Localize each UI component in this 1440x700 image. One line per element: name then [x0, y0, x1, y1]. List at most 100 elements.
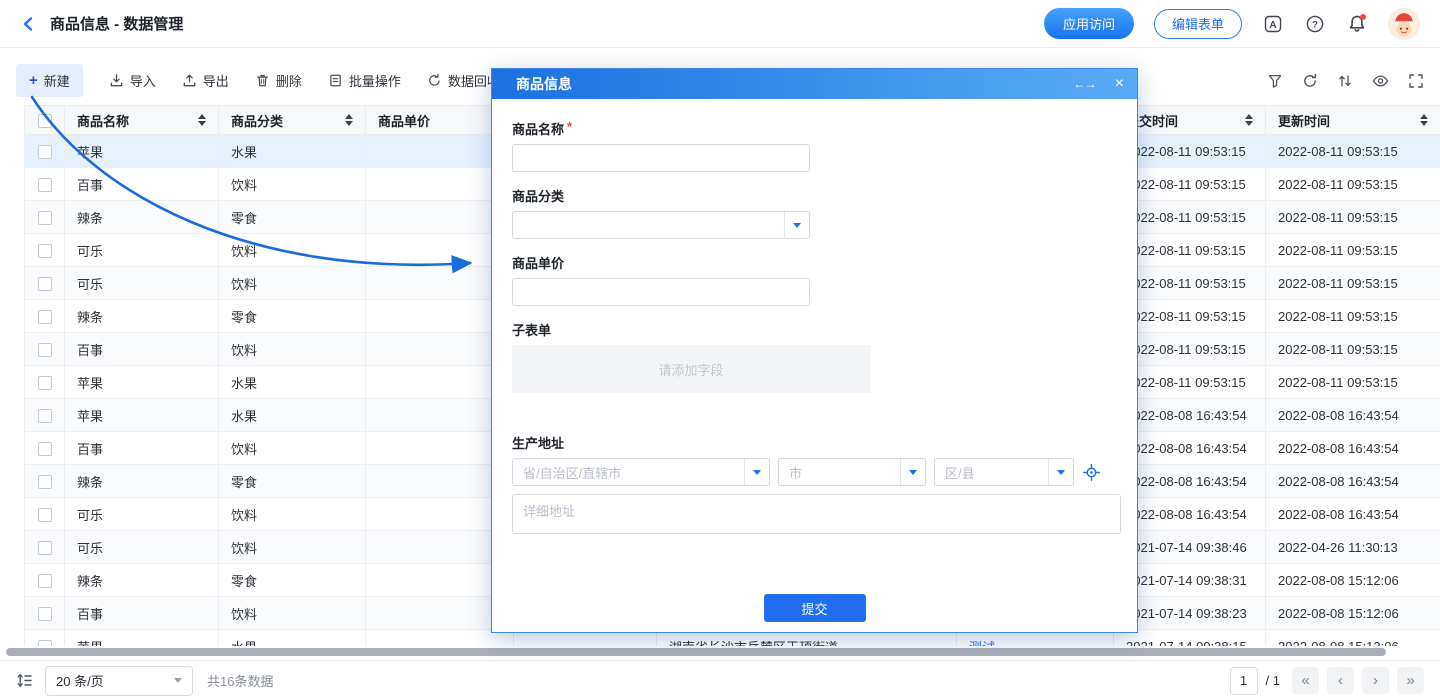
province-select[interactable]: 省/自治区/直辖市: [512, 458, 770, 486]
cell-category: 饮料: [219, 597, 366, 630]
batch-operations-button[interactable]: 批量操作: [328, 71, 401, 90]
cell-name: 百事: [65, 333, 219, 366]
export-icon: [182, 73, 197, 88]
row-checkbox[interactable]: [38, 541, 52, 555]
row-checkbox[interactable]: [38, 145, 52, 159]
chevron-down-icon: [909, 470, 917, 475]
display-settings-icon[interactable]: [16, 672, 33, 689]
cell-category: 零食: [219, 300, 366, 333]
submit-button[interactable]: 提交: [764, 594, 866, 622]
prev-page-button[interactable]: ‹: [1327, 667, 1354, 694]
column-header-1[interactable]: 商品分类: [219, 106, 366, 135]
product-price-label: 商品单价: [512, 253, 564, 272]
first-page-button[interactable]: «: [1292, 667, 1319, 694]
subform-placeholder-box[interactable]: 请添加字段: [512, 345, 870, 393]
row-checkbox[interactable]: [38, 409, 52, 423]
column-header-7[interactable]: 更新时间: [1266, 106, 1440, 135]
cell-updated: 2022-08-11 09:53:15: [1266, 135, 1440, 168]
row-checkbox[interactable]: [38, 178, 52, 192]
current-page-input[interactable]: 1: [1230, 667, 1258, 695]
sort-icon[interactable]: [198, 114, 206, 126]
row-checkbox[interactable]: [38, 211, 52, 225]
cell-updated: 2022-08-11 09:53:15: [1266, 201, 1440, 234]
select-all-header[interactable]: [25, 106, 65, 135]
sort-order-icon[interactable]: [1337, 73, 1353, 89]
cell-name: 可乐: [65, 498, 219, 531]
next-page-button[interactable]: ›: [1362, 667, 1389, 694]
page-total-label: / 1: [1266, 673, 1280, 688]
cell-updated: 2022-08-08 16:43:54: [1266, 465, 1440, 498]
attachment-link[interactable]: 测试: [969, 640, 995, 647]
select-all-checkbox[interactable]: [38, 114, 52, 128]
cell-name: 苹果: [65, 135, 219, 168]
product-info-modal: 商品信息 ← → × 商品名称 * 商品分类 商品单价: [491, 68, 1138, 633]
field-production-address: 生产地址 省/自治区/直辖市 市 区/县: [512, 433, 1121, 539]
product-name-input[interactable]: [512, 144, 810, 172]
modal-title: 商品信息: [516, 74, 572, 94]
modal-header[interactable]: 商品信息 ← → ×: [492, 69, 1137, 99]
back-button[interactable]: [20, 15, 38, 33]
import-icon: [109, 73, 124, 88]
user-avatar[interactable]: [1388, 8, 1420, 40]
help-icon[interactable]: ?: [1304, 13, 1326, 35]
sort-icon[interactable]: [1420, 114, 1428, 126]
cell-category: 饮料: [219, 267, 366, 300]
notification-bell-icon[interactable]: [1346, 13, 1368, 35]
cell-category: 饮料: [219, 432, 366, 465]
delete-button[interactable]: 删除: [255, 71, 302, 90]
product-category-select[interactable]: [512, 211, 810, 239]
app-access-button[interactable]: 应用访问: [1044, 8, 1134, 39]
row-checkbox[interactable]: [38, 442, 52, 456]
total-count-label: 共16条数据: [207, 671, 273, 690]
close-icon[interactable]: ×: [1115, 76, 1124, 92]
visibility-eye-icon[interactable]: [1372, 73, 1389, 89]
last-page-button[interactable]: »: [1397, 667, 1424, 694]
filter-icon[interactable]: [1267, 73, 1283, 89]
column-header-0[interactable]: 商品名称: [65, 106, 219, 135]
cell-name: 辣条: [65, 465, 219, 498]
cell-name: 百事: [65, 432, 219, 465]
row-checkbox[interactable]: [38, 475, 52, 489]
locate-icon[interactable]: [1082, 463, 1101, 482]
row-checkbox[interactable]: [38, 508, 52, 522]
cell-category: 饮料: [219, 333, 366, 366]
product-category-label: 商品分类: [512, 186, 564, 205]
sort-icon[interactable]: [1245, 114, 1253, 126]
subform-label: 子表单: [512, 320, 551, 339]
cell-updated: 2022-08-11 09:53:15: [1266, 234, 1440, 267]
recycle-icon: [427, 73, 442, 88]
translate-icon[interactable]: A: [1262, 13, 1284, 35]
horizontal-scrollbar[interactable]: [6, 648, 1386, 656]
row-checkbox[interactable]: [38, 574, 52, 588]
row-checkbox[interactable]: [38, 607, 52, 621]
chevron-down-icon: [174, 678, 182, 683]
row-checkbox[interactable]: [38, 376, 52, 390]
row-checkbox[interactable]: [38, 640, 52, 646]
row-checkbox[interactable]: [38, 244, 52, 258]
product-price-input[interactable]: [512, 278, 810, 306]
edit-form-button[interactable]: 编辑表单: [1154, 9, 1242, 39]
export-button[interactable]: 导出: [182, 71, 229, 90]
new-record-button[interactable]: + 新建: [16, 64, 83, 97]
city-select[interactable]: 市: [778, 458, 926, 486]
expand-width-icon[interactable]: ← →: [1073, 77, 1094, 91]
app-screen: 商品信息 - 数据管理 应用访问 编辑表单 A ?: [0, 0, 1440, 700]
cell-name: 百事: [65, 597, 219, 630]
district-select[interactable]: 区/县: [934, 458, 1074, 486]
sort-icon[interactable]: [345, 114, 353, 126]
cell-category: 饮料: [219, 531, 366, 564]
address-detail-textarea[interactable]: [512, 494, 1121, 534]
cell-updated: 2022-08-08 15:12:06: [1266, 564, 1440, 597]
fullscreen-icon[interactable]: [1408, 73, 1424, 89]
row-checkbox[interactable]: [38, 277, 52, 291]
row-checkbox[interactable]: [38, 310, 52, 324]
page-size-select[interactable]: 20 条/页: [45, 666, 193, 696]
cell-updated: 2022-08-11 09:53:15: [1266, 267, 1440, 300]
cell-updated: 2022-08-08 15:12:06: [1266, 597, 1440, 630]
required-asterisk: *: [567, 119, 572, 134]
import-button[interactable]: 导入: [109, 71, 156, 90]
modal-body: 商品名称 * 商品分类 商品单价 子表单 请添加字段: [492, 99, 1137, 632]
cell-category: 水果: [219, 399, 366, 432]
refresh-icon[interactable]: [1302, 73, 1318, 89]
row-checkbox[interactable]: [38, 343, 52, 357]
